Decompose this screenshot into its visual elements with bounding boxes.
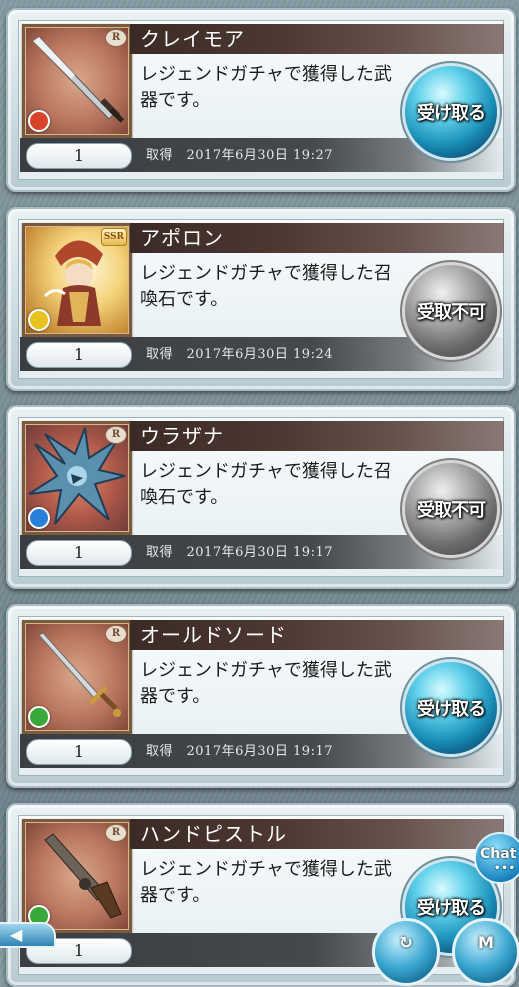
gift-card: R オールドソード レジェンドガチャで獲得した武器です。 1 取得 2017年6…: [6, 604, 516, 788]
quantity-field[interactable]: 1: [26, 540, 132, 566]
item-thumbnail[interactable]: SSR: [22, 223, 132, 337]
item-name: ハンドピストル: [130, 819, 504, 849]
refresh-icon: ↻: [399, 933, 413, 952]
item-description: レジェンドガチャで獲得した召喚石です。: [140, 461, 392, 508]
item-description: レジェンドガチャで獲得した武器です。: [140, 859, 392, 906]
quantity-field[interactable]: 1: [26, 342, 132, 368]
gift-card: R ウラザナ レジェンドガチャで獲得した召喚石です。 1 取得 2017年6月3…: [6, 405, 516, 589]
item-description: レジェンドガチャで獲得した武器です。: [140, 660, 392, 707]
item-name: クレイモア: [130, 24, 504, 54]
item-name: オールドソード: [130, 620, 504, 650]
back-arrow-icon: ◀: [10, 925, 23, 944]
gift-card: R ハンドピストル レジェンドガチャで獲得した武器です。 1 受け取る: [6, 803, 516, 987]
acquired-date: 取得 2017年6月30日 19:17: [146, 744, 333, 759]
item-name: アポロン: [130, 223, 504, 253]
item-thumbnail[interactable]: R: [22, 421, 132, 535]
back-button[interactable]: ◀: [0, 922, 56, 948]
fire-element-icon: [28, 110, 50, 132]
receive-unavailable-button[interactable]: 受取不可: [405, 265, 497, 357]
item-thumbnail[interactable]: R: [22, 819, 132, 933]
receive-button[interactable]: 受け取る: [405, 66, 497, 158]
acquired-date: 取得 2017年6月30日 19:24: [146, 347, 333, 362]
rarity-badge: SSR: [100, 228, 127, 246]
rarity-badge: R: [105, 625, 127, 643]
rarity-badge: R: [105, 29, 127, 47]
gift-card: SSR アポロン レジェンドガチャで獲得した召喚石です。 1 取得 2017年6…: [6, 207, 516, 391]
chat-dots-icon: •••: [494, 863, 517, 874]
chat-label: Chat: [480, 846, 517, 862]
receive-unavailable-button[interactable]: 受取不可: [405, 463, 497, 555]
refresh-button[interactable]: ↻: [372, 918, 440, 986]
gift-card: R クレイモア レジェンドガチャで獲得した武器です。 1 取得 2017年6月3…: [6, 8, 516, 192]
item-description: レジェンドガチャで獲得した武器です。: [140, 64, 392, 111]
acquired-date: 取得 2017年6月30日 19:27: [146, 148, 333, 163]
rarity-badge: R: [105, 426, 127, 444]
rarity-badge: R: [105, 824, 127, 842]
wind-element-icon: [28, 706, 50, 728]
acquired-date: 取得 2017年6月30日 19:17: [146, 545, 333, 560]
item-name: ウラザナ: [130, 421, 504, 451]
light-element-icon: [28, 309, 50, 331]
item-thumbnail[interactable]: R: [22, 620, 132, 734]
menu-button[interactable]: M: [452, 918, 519, 986]
chat-button[interactable]: Chat •••: [474, 832, 519, 884]
water-element-icon: [28, 507, 50, 529]
receive-button[interactable]: 受け取る: [405, 662, 497, 754]
item-description: レジェンドガチャで獲得した召喚石です。: [140, 263, 392, 310]
item-thumbnail[interactable]: R: [22, 24, 132, 138]
quantity-field[interactable]: 1: [26, 739, 132, 765]
menu-label: M: [478, 933, 494, 952]
quantity-field[interactable]: 1: [26, 143, 132, 169]
